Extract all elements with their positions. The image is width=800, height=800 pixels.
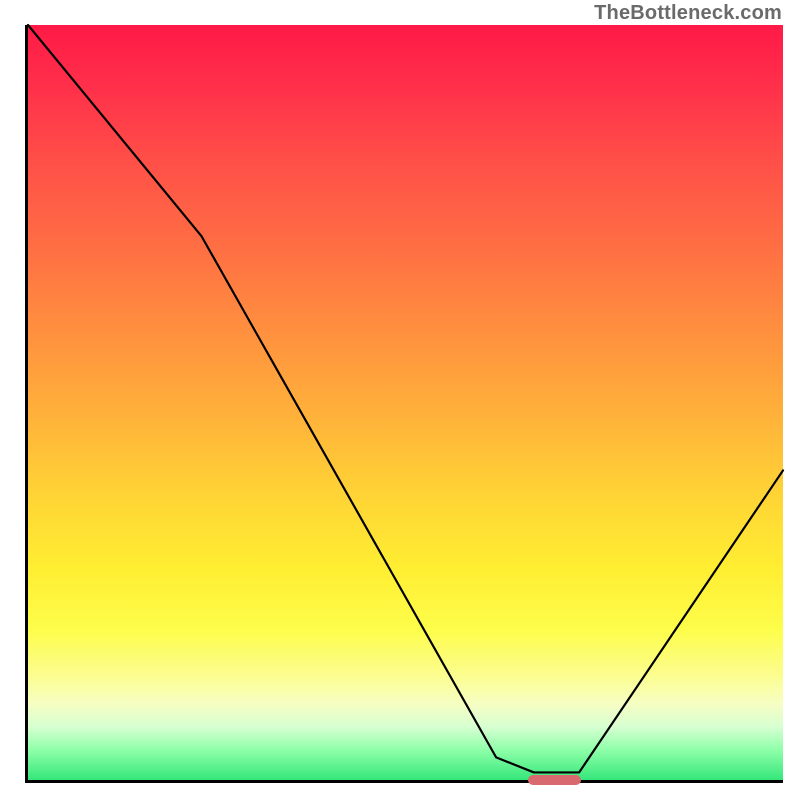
- curve-path: [28, 25, 783, 772]
- bottleneck-curve: [28, 25, 783, 780]
- plot-area: [25, 25, 783, 783]
- optimum-marker: [528, 775, 581, 785]
- watermark-text: TheBottleneck.com: [594, 2, 782, 25]
